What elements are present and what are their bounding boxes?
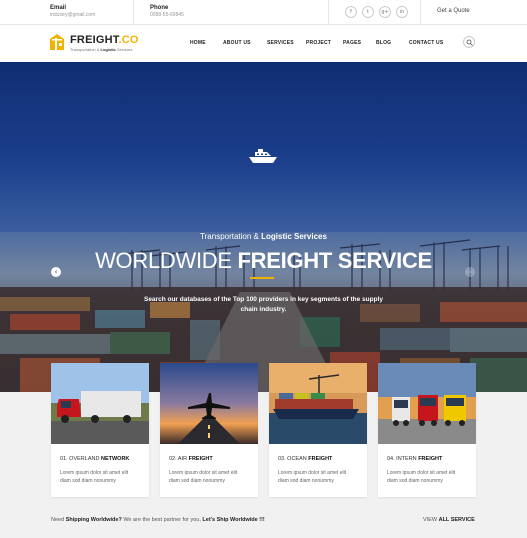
logo-tagline-b: Logistic bbox=[100, 47, 116, 52]
logo-tagline: Transportation & Logistic Services bbox=[70, 47, 132, 52]
email-label: Email bbox=[50, 5, 67, 11]
hero-subtitle-a: Transportation & bbox=[200, 232, 262, 241]
service-title[interactable]: 02. AIR FREIGHT bbox=[169, 456, 213, 462]
hero-description: Search our databases of the Top 100 prov… bbox=[143, 296, 383, 313]
service-card-ocean[interactable]: 03. OCEAN FREIGHT Lorem ipsum dolor sit … bbox=[269, 363, 367, 497]
service-number: 04. INTERN bbox=[387, 456, 419, 462]
hero-subtitle-b: Logistic Services bbox=[261, 232, 327, 241]
footer-text-c: We are the best partner for you, bbox=[121, 517, 203, 523]
email-value[interactable]: industry@gmail.com bbox=[50, 12, 95, 18]
search-button[interactable] bbox=[463, 36, 475, 48]
phone-value: 0088-55-69845 bbox=[150, 12, 184, 18]
service-title[interactable]: 04. INTERN FREIGHT bbox=[387, 456, 442, 462]
phone-info: Phone 0088-55-69845 bbox=[150, 5, 184, 18]
nav-pages[interactable]: PAGES bbox=[343, 40, 361, 46]
get-quote-link[interactable]: Get a Quote bbox=[437, 8, 470, 14]
hero-title-b: FREIGHT SERVICE bbox=[237, 248, 433, 273]
nav-services[interactable]: SERVICES bbox=[267, 40, 294, 46]
nav-about-us[interactable]: ABOUT US bbox=[223, 40, 251, 46]
logo-tagline-c: Services bbox=[115, 47, 133, 52]
service-description: Lorem ipsum dolor sit amet elit diam sod… bbox=[387, 470, 456, 484]
service-name: NETWORK bbox=[100, 456, 130, 462]
nav-blog[interactable]: BLOG bbox=[376, 40, 391, 46]
ship-image bbox=[269, 363, 367, 444]
service-description: Lorem ipsum dolor sit amet elit diam sod… bbox=[278, 470, 347, 484]
port-background-image bbox=[0, 232, 527, 392]
hero-title-a: WORLDWIDE bbox=[95, 248, 238, 273]
logo-suffix: .CO bbox=[118, 34, 139, 46]
hero-title: WORLDWIDE FREIGHT SERVICE bbox=[0, 248, 527, 274]
trucks-image bbox=[378, 363, 476, 444]
footer-text-a: Need bbox=[51, 517, 66, 523]
service-card-air[interactable]: 02. AIR FREIGHT Lorem ipsum dolor sit am… bbox=[160, 363, 258, 497]
service-number: 03. OCEAN bbox=[278, 456, 309, 462]
hero-subtitle: Transportation & Logistic Services bbox=[0, 232, 527, 241]
nav-project[interactable]: PROJECT bbox=[306, 40, 331, 46]
logo-main: FREIGHT bbox=[70, 34, 119, 46]
view-all-service-link[interactable]: VIEW ALL SERVICE bbox=[423, 517, 475, 523]
title-underline bbox=[250, 277, 274, 279]
service-name: FREIGHT bbox=[308, 456, 333, 462]
facebook-icon[interactable]: f bbox=[345, 6, 357, 18]
truck-image bbox=[51, 363, 149, 444]
logo[interactable]: FREIGHT.CO bbox=[70, 34, 139, 46]
view-all-b: ALL SERVICE bbox=[438, 517, 475, 523]
divider bbox=[420, 0, 421, 25]
service-number: 02. AIR bbox=[169, 456, 189, 462]
view-all-a: VIEW bbox=[423, 517, 439, 523]
divider bbox=[328, 0, 329, 25]
top-bar: Email industry@gmail.com Phone 0088-55-6… bbox=[0, 0, 527, 25]
main-header: FREIGHT.CO Transportation & Logistic Ser… bbox=[0, 25, 527, 62]
next-slide-arrow-icon[interactable]: › bbox=[465, 267, 475, 277]
service-name: FREIGHT bbox=[418, 456, 443, 462]
service-title[interactable]: 01. OVERLAND NETWORK bbox=[60, 456, 129, 462]
divider bbox=[133, 0, 134, 25]
service-name: FREIGHT bbox=[188, 456, 213, 462]
hero-slider: Transportation & Logistic Services WORLD… bbox=[0, 62, 527, 392]
footer-text-d: Let's Ship Worldwide !!! bbox=[202, 517, 265, 523]
nav-home[interactable]: HOME bbox=[190, 40, 206, 46]
google-plus-icon[interactable]: g+ bbox=[379, 6, 391, 18]
service-description: Lorem ipsum dolor sit amet elit diam sod… bbox=[169, 470, 238, 484]
logo-crane-icon bbox=[50, 34, 64, 50]
footer-tagline: Need Shipping Worldwide? We are the best… bbox=[51, 517, 265, 523]
airplane-image bbox=[160, 363, 258, 444]
service-title[interactable]: 03. OCEAN FREIGHT bbox=[278, 456, 332, 462]
service-description: Lorem ipsum dolor sit amet elit diam sod… bbox=[60, 470, 129, 484]
phone-label: Phone bbox=[150, 5, 169, 11]
service-card-intern[interactable]: 04. INTERN FREIGHT Lorem ipsum dolor sit… bbox=[378, 363, 476, 497]
twitter-icon[interactable]: t bbox=[362, 6, 374, 18]
footer-text-b: Shipping Worldwide? bbox=[65, 517, 122, 523]
prev-slide-arrow-icon[interactable]: ‹ bbox=[51, 267, 61, 277]
ship-icon bbox=[249, 149, 277, 163]
search-icon bbox=[466, 39, 473, 46]
nav-contact-us[interactable]: CONTACT US bbox=[409, 40, 443, 46]
email-info: Email industry@gmail.com bbox=[50, 5, 95, 18]
service-number: 01. OVERLAND bbox=[60, 456, 101, 462]
service-card-overland[interactable]: 01. OVERLAND NETWORK Lorem ipsum dolor s… bbox=[51, 363, 149, 497]
logo-tagline-a: Transportation & bbox=[70, 47, 101, 52]
linkedin-icon[interactable]: in bbox=[396, 6, 408, 18]
